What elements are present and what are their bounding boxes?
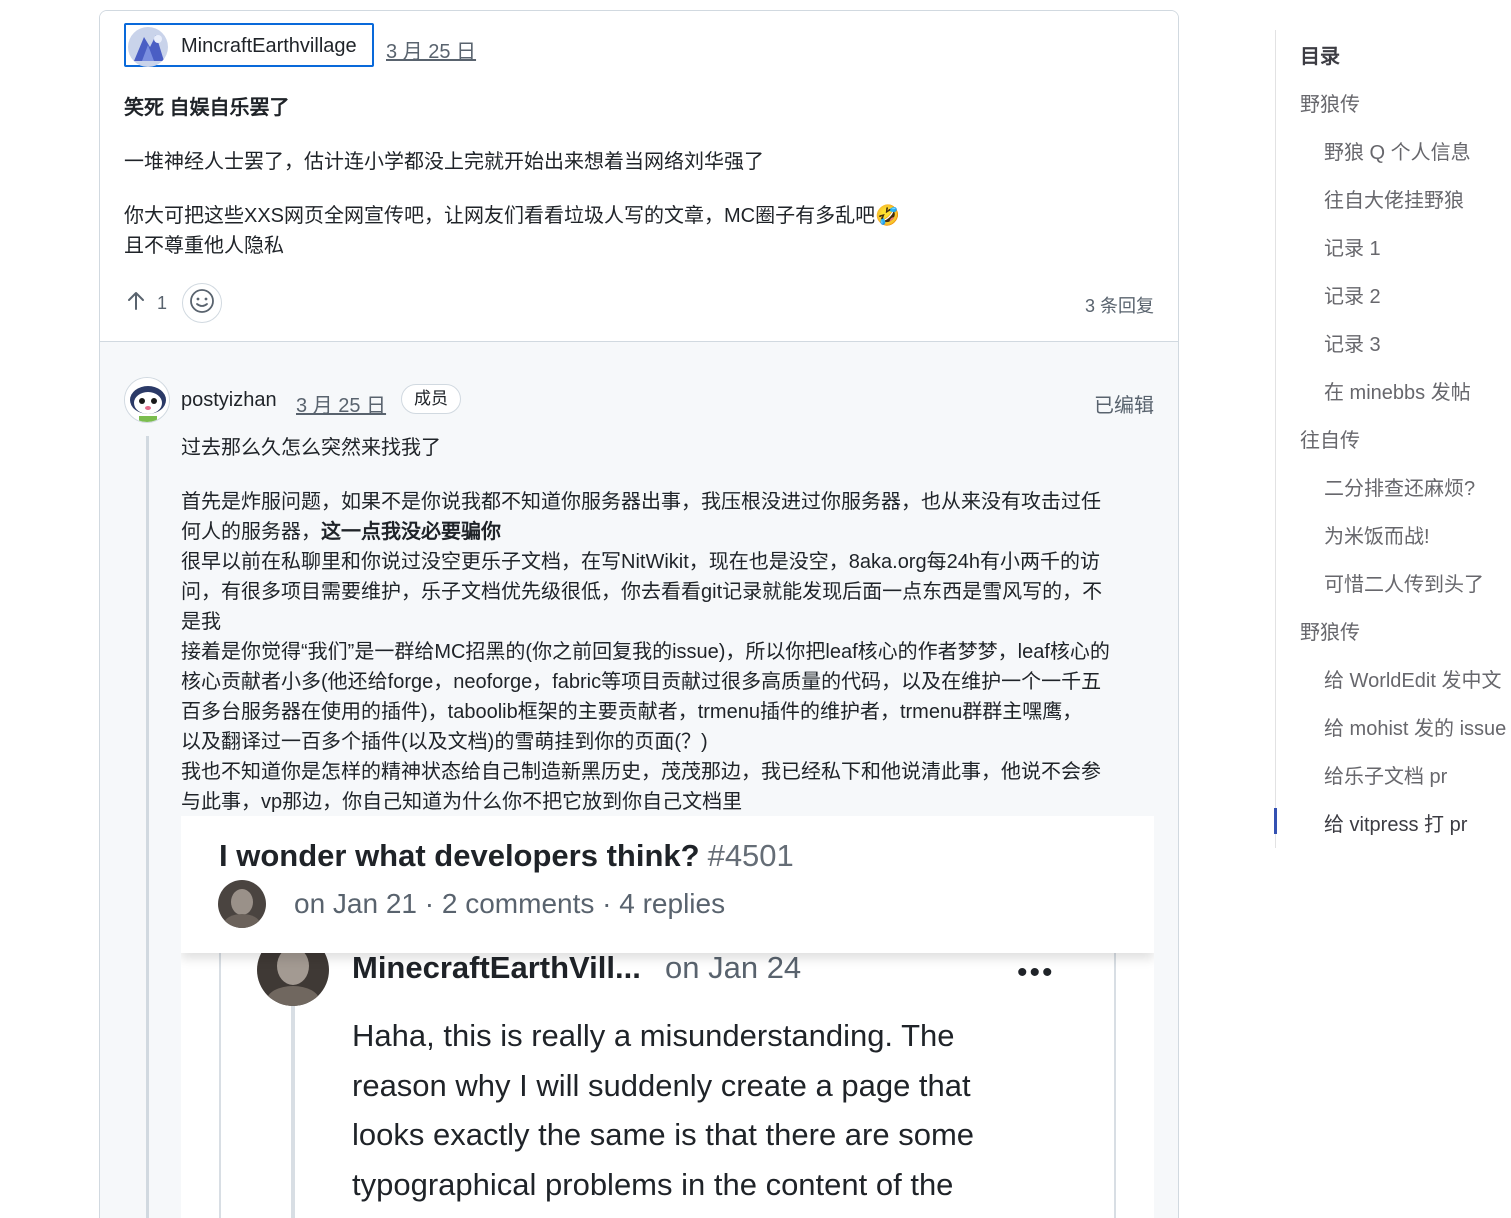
embed-header: I wonder what developers think? #4501 on … [181,816,1154,953]
upvote-count: 1 [157,292,168,313]
embed-comment-author: MinecraftEarthVill... [352,950,641,985]
more-options-icon: ••• [1017,956,1055,989]
comment-paragraph: 且不尊重他人隐私 [124,235,284,257]
thread-line [146,436,149,1218]
toc-item[interactable]: 给 WorldEdit 发中文 [1324,664,1501,693]
toc-item[interactable]: 野狼传 [1300,616,1360,645]
arrow-up-icon [127,291,145,316]
author-name[interactable]: MincraftEarthvillage [181,35,357,58]
reply-paragraph: 过去那么久怎么突然来找我了 [181,437,441,459]
reply-date[interactable]: 3 月 25 日 [296,389,386,418]
embed-thread-line [291,1006,295,1218]
reply-paragraph: 我也不知道你是怎样的精神状态给自己制造新黑历史，茂茂那边，我已经私下和他说清此事… [181,761,1101,783]
toc-item[interactable]: 为米饭而战! [1324,520,1430,549]
reply-author-name[interactable]: postyizhan [181,389,277,412]
toc-active-indicator [1274,808,1277,834]
embed-comment-date: on Jan 24 [665,950,802,985]
author-avatar[interactable] [128,27,168,67]
toc-item[interactable]: 二分排查还麻烦? [1324,472,1475,501]
embed-issue-number: #4501 [707,838,794,873]
reply-emphasis: 这一点我没必要骗你 [321,521,501,543]
toc-item[interactable]: 可惜二人传到头了 [1324,568,1484,597]
comment-paragraph: 你大可把这些XXS网页全网宣传吧，让网友们看看垃圾人写的文章，MC圈子有多乱吧🤣 [124,205,901,227]
toc-item-active[interactable]: 给 vitpress 打 pr [1324,808,1467,837]
embed-title-text: I wonder what developers think? [219,838,700,873]
toc-item[interactable]: 往自大佬挂野狼 [1324,184,1464,213]
comment-paragraph: 一堆神经人士罢了，估计连小学都没上完就开始出来想着当网络刘华强了 [124,151,764,173]
reply-paragraph: 很早以前在私聊里和你说过没空更乐子文档，在写NitWikit，现在也是没空，8a… [181,551,1100,573]
reply-paragraph: 以及翻译过一百多个插件(以及文档)的雪萌挂到你的页面(？) [181,731,708,753]
embedded-screenshot: I wonder what developers think? #4501 on … [181,816,1154,1218]
toc-border [1275,30,1276,848]
reply-paragraph: 首先是炸服问题，如果不是你说我都不知道你服务器出事，我压根没进过你服务器，也从来… [181,491,1101,513]
reply-paragraph: 百多台服务器在使用的插件)，taboolib框架的主要贡献者，trmenu插件的… [181,701,1083,723]
comment-heading: 笑死 自娱自乐罢了 [124,97,290,119]
comment-date[interactable]: 3 月 25 日 [386,35,476,64]
reply-paragraph: 与此事，vp那边，你自己知道为什么你不把它放到你自己文档里 [181,791,743,813]
embed-comment-line: Haha, this is really a misunderstanding.… [352,1018,955,1053]
toc-item[interactable]: 给 mohist 发的 issue [1324,712,1506,741]
embed-title: I wonder what developers think? #4501 [219,838,794,874]
member-badge: 成员 [401,384,461,414]
edited-label[interactable]: 已编辑 [1094,389,1154,418]
toc-item[interactable]: 野狼传 [1300,88,1360,117]
toc-item[interactable]: 野狼 Q 个人信息 [1324,136,1471,165]
upvote-button[interactable]: 1 [127,290,167,316]
reply-paragraph: 接着是你觉得“我们”是一群给MC招黑的(你之前回复我的issue)，所以你把le… [181,641,1110,663]
toc-item[interactable]: 记录 1 [1324,232,1381,261]
reply-paragraph: 核心贡献者小多(他还给forge，neoforge，fabric等项目贡献过很多… [181,671,1102,693]
add-reaction-button[interactable] [182,283,222,323]
reply-paragraph: 何人的服务器，这一点我没必要骗你 [181,517,501,547]
embed-comment-line: typographical problems in the content of… [352,1167,954,1202]
toc-item[interactable]: 给乐子文档 pr [1324,760,1447,789]
reply-paragraph: 问，有很多项目需要维护，乐子文档优先级很低，你去看看git记录就能发现后面一点东… [181,581,1103,603]
reply-paragraph: 是我 [181,611,221,633]
toc-item[interactable]: 记录 3 [1324,328,1381,357]
toc-title: 目录 [1300,46,1340,68]
reply-count[interactable]: 3 条回复 [1085,292,1154,318]
embed-meta: on Jan 21 · 2 comments · 4 replies [294,888,726,919]
embed-avatar [218,880,266,928]
reply-text: 何人的服务器， [181,521,321,543]
toc-item[interactable]: 在 minebbs 发帖 [1324,376,1471,405]
toc-item[interactable]: 往自传 [1300,424,1360,453]
reply-author-avatar[interactable] [124,377,170,423]
toc-item[interactable]: 记录 2 [1324,280,1381,309]
smiley-icon [189,288,215,319]
embed-comment-line: looks exactly the same is that there are… [352,1117,975,1152]
embed-comment-line: reason why I will suddenly create a page… [352,1068,971,1103]
